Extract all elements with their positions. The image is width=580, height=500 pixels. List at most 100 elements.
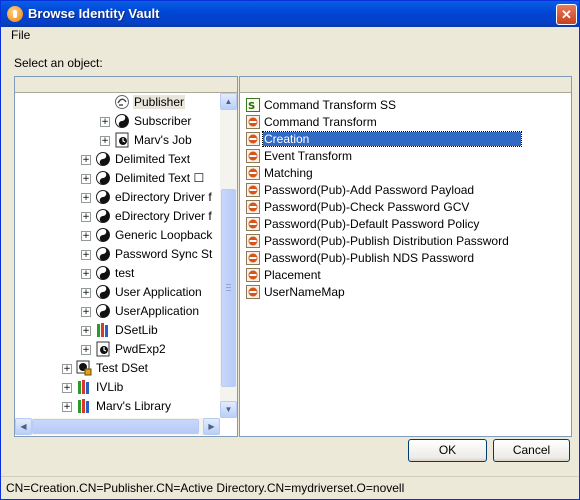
tree-item-label[interactable]: IVLib (95, 380, 124, 394)
tree-item[interactable]: + Marv's Job (15, 131, 220, 150)
tree-item[interactable]: + eDirectory Driver f (15, 188, 220, 207)
expand-toggle[interactable]: + (100, 117, 110, 127)
tree-item-label[interactable]: PwdExp2 (114, 342, 167, 356)
tree-item-label[interactable]: UserApplication (114, 304, 200, 318)
policy-icon (246, 285, 260, 299)
expand-toggle[interactable]: + (81, 212, 91, 222)
scroll-up-button[interactable]: ▲ (220, 93, 237, 110)
policy-icon (246, 217, 260, 231)
list-item-label: Event Transform (264, 149, 353, 163)
tree-item[interactable]: + Marv's Library (15, 397, 220, 416)
tree-item[interactable]: + PwdExp2 (15, 340, 220, 359)
expand-toggle[interactable]: + (81, 288, 91, 298)
tree-item[interactable]: + Test DSet (15, 359, 220, 378)
tree-item[interactable]: + IVLib (15, 378, 220, 397)
driver-icon (95, 265, 111, 281)
ok-button[interactable]: OK (408, 439, 487, 462)
tree-horizontal-scrollbar[interactable]: ◀ ▶ (15, 418, 220, 435)
list-item[interactable]: Password(Pub)-Publish NDS Password (246, 250, 546, 267)
title-bar[interactable]: Browse Identity Vault ✕ (1, 1, 579, 27)
expand-toggle[interactable]: + (81, 193, 91, 203)
list-item[interactable]: Password(Pub)-Add Password Payload (246, 182, 546, 199)
list-item[interactable]: S Command Transform SS (246, 97, 546, 114)
horizontal-scroll-thumb[interactable] (32, 419, 199, 434)
list-item-label: Password(Pub)-Publish NDS Password (264, 251, 475, 265)
tree-item-label[interactable]: eDirectory Driver f (114, 209, 213, 223)
policy-icon (246, 149, 260, 163)
policy-icon (246, 234, 260, 248)
tree-item-label[interactable]: Generic Loopback (114, 228, 213, 242)
list-item-label: Command Transform SS (264, 98, 397, 112)
list-item-label: UserNameMap (264, 285, 345, 299)
list-item[interactable]: UserNameMap (246, 284, 546, 301)
expand-toggle[interactable]: + (62, 402, 72, 412)
scroll-left-button[interactable]: ◀ (15, 418, 32, 435)
tree-item-label[interactable]: User Application (114, 285, 203, 299)
tree-item[interactable]: + Password Sync St (15, 245, 220, 264)
tree-item[interactable]: + Generic Loopback (15, 226, 220, 245)
expand-toggle[interactable]: + (81, 250, 91, 260)
tree-item-label[interactable]: Subscriber (133, 114, 192, 128)
scroll-right-button[interactable]: ▶ (203, 418, 220, 435)
list-item-label: Password(Pub)-Check Password GCV (264, 200, 470, 214)
tree-item[interactable]: + eDirectory Driver f (15, 207, 220, 226)
expand-toggle[interactable]: + (81, 326, 91, 336)
expand-toggle[interactable]: + (81, 307, 91, 317)
tree-item-label[interactable]: Delimited Text ☐ (114, 171, 205, 185)
expand-toggle[interactable]: + (100, 136, 110, 146)
tree-vertical-scrollbar[interactable]: ▲ ▼ (220, 93, 237, 418)
tree-item-label[interactable]: Password Sync St (114, 247, 213, 261)
tree-header (15, 77, 237, 93)
tree-item-label[interactable]: test (114, 266, 135, 280)
expand-toggle[interactable]: + (62, 364, 72, 374)
expand-toggle[interactable]: + (81, 231, 91, 241)
tree-item[interactable]: + Delimited Text ☐ (15, 169, 220, 188)
vertical-scroll-thumb[interactable] (221, 189, 236, 387)
cancel-button[interactable]: Cancel (493, 439, 570, 462)
list-item[interactable]: Creation (246, 131, 546, 148)
policy-icon (246, 166, 260, 180)
job-icon (114, 132, 130, 148)
list-item[interactable]: Password(Pub)-Check Password GCV (246, 199, 546, 216)
object-tree: Publisher + Subscriber + Marv's Job + Delimite… (15, 93, 220, 417)
expand-toggle[interactable]: + (81, 345, 91, 355)
list-item[interactable]: Password(Pub)-Publish Distribution Passw… (246, 233, 546, 250)
tree-item[interactable]: + Subscriber (15, 112, 220, 131)
selected-object-path: CN=Creation.CN=Publisher.CN=Active Direc… (6, 481, 405, 495)
tree-item[interactable]: + test (15, 264, 220, 283)
expand-toggle[interactable]: + (81, 155, 91, 165)
tree-item-label[interactable]: eDirectory Driver f (114, 190, 213, 204)
list-item[interactable]: Event Transform (246, 148, 546, 165)
tree-item[interactable]: + Delimited Text (15, 150, 220, 169)
window-title: Browse Identity Vault (28, 6, 160, 21)
tree-item-label[interactable]: DSetLib (114, 323, 159, 337)
tree-item-label[interactable]: Delimited Text (114, 152, 191, 166)
list-item[interactable]: Command Transform (246, 114, 546, 131)
select-prompt: Select an object: (14, 56, 103, 70)
job-icon (95, 341, 111, 357)
list-item[interactable]: Placement (246, 267, 546, 284)
list-item-label: Password(Pub)-Publish Distribution Passw… (264, 234, 509, 248)
close-button[interactable]: ✕ (556, 4, 577, 25)
list-item-label: Creation (262, 131, 522, 147)
tree-item[interactable]: + UserApplication (15, 302, 220, 321)
tree-item[interactable]: Publisher (15, 93, 220, 112)
menu-file[interactable]: File (9, 28, 32, 42)
app-icon (7, 6, 23, 22)
tree-pane: Publisher + Subscriber + Marv's Job + Delimite… (14, 76, 238, 437)
tree-item-label[interactable]: Marv's Job (133, 133, 193, 147)
tree-item[interactable]: + DSetLib (15, 321, 220, 340)
expand-toggle[interactable]: + (81, 269, 91, 279)
expand-toggle[interactable]: + (62, 383, 72, 393)
policy-icon (246, 183, 260, 197)
tree-item-label[interactable]: Marv's Library (95, 399, 172, 413)
list-item[interactable]: Password(Pub)-Default Password Policy (246, 216, 546, 233)
list-item[interactable]: Matching (246, 165, 546, 182)
tree-item-label[interactable]: Publisher (133, 95, 186, 109)
expand-toggle[interactable]: + (81, 174, 91, 184)
tree-item[interactable]: + User Application (15, 283, 220, 302)
list-item-label: Password(Pub)-Default Password Policy (264, 217, 480, 231)
scroll-down-button[interactable]: ▼ (220, 401, 237, 418)
subscriber-icon (114, 113, 130, 129)
tree-item-label[interactable]: Test DSet (95, 361, 149, 375)
